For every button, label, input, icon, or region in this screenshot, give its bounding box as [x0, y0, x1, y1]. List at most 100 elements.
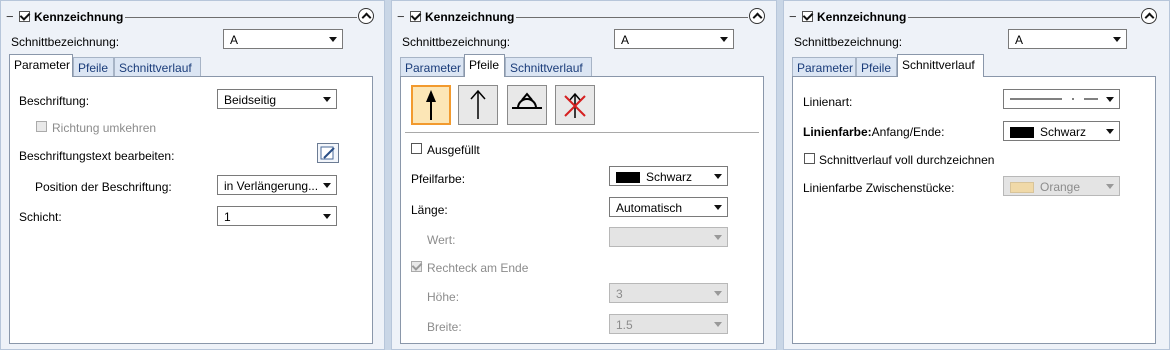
linienfarbe-value: Schwarz [1040, 125, 1087, 139]
rechteck-checkbox[interactable] [411, 261, 422, 272]
collapse-icon[interactable] [1141, 8, 1157, 24]
hoehe-label: Höhe: [427, 290, 460, 304]
panel-pfeile: − Kennzeichnung Schnittbezeichnung: A Pa… [391, 0, 777, 350]
schnittbezeichnung-select[interactable]: A [223, 29, 343, 49]
linienfarbe-select[interactable]: Schwarz [1003, 121, 1120, 141]
tab-label: Schnittverlauf [510, 61, 583, 75]
arrow-style-filled-button[interactable] [411, 85, 451, 125]
section-title: Kennzeichnung [817, 10, 907, 24]
dropdown-arrow-icon [1113, 37, 1121, 42]
minus-icon: − [6, 9, 14, 24]
header-divider [516, 17, 748, 18]
kennzeichnung-checkbox[interactable] [802, 11, 813, 22]
beschriftung-select[interactable]: Beidseitig [217, 89, 337, 109]
panel-schnittverlauf: − Kennzeichnung Schnittbezeichnung: A Pa… [783, 0, 1170, 350]
pfeilfarbe-select[interactable]: Schwarz [609, 166, 728, 186]
tab-parameter[interactable]: Parameter [400, 57, 464, 77]
pfeilfarbe-label: Pfeilfarbe: [411, 172, 466, 186]
position-label: Position der Beschriftung: [35, 180, 172, 194]
schnittbezeichnung-value: A [1015, 33, 1024, 47]
schnittbezeichnung-label: Schnittbezeichnung: [794, 35, 903, 49]
laenge-label: Länge: [411, 203, 448, 217]
tab-pfeile[interactable]: Pfeile [464, 54, 505, 77]
linienfarbe-label: Linienfarbe:Anfang/Ende: [803, 125, 944, 139]
laenge-select[interactable]: Automatisch [609, 197, 728, 217]
color-swatch [616, 172, 640, 183]
hoehe-select[interactable]: 3 [609, 283, 728, 303]
header-divider [125, 17, 357, 18]
tab-label: Parameter [405, 61, 462, 75]
linienfarbe-label-bold: Linienfarbe: [803, 125, 872, 139]
kennzeichnung-checkbox[interactable] [19, 11, 30, 22]
zwischen-value: Orange [1040, 180, 1081, 194]
ausgefuellt-checkbox[interactable] [411, 143, 422, 154]
arrow-style-dome-button[interactable] [507, 85, 547, 125]
zwischen-label: Linienfarbe Zwischenstücke: [803, 181, 955, 195]
minus-icon: − [789, 9, 797, 24]
pfeilfarbe-value: Schwarz [646, 170, 693, 184]
section-title: Kennzeichnung [425, 10, 515, 24]
tab-label: Parameter [14, 58, 71, 72]
arrow-style-open-button[interactable] [458, 85, 498, 125]
wert-label: Wert: [427, 233, 456, 247]
schnittbezeichnung-value: A [230, 33, 239, 47]
tab-parameter[interactable]: Parameter [792, 57, 856, 77]
tab-pfeile[interactable]: Pfeile [856, 57, 897, 77]
arrow-none-icon [564, 92, 586, 118]
rechteck-label: Rechteck am Ende [427, 261, 529, 275]
hoehe-value: 3 [616, 287, 623, 301]
dropdown-arrow-icon [714, 235, 722, 240]
arrow-style-none-button[interactable] [555, 85, 595, 125]
color-swatch [1010, 127, 1034, 138]
breite-value: 1.5 [616, 318, 633, 332]
ausgefuellt-label: Ausgefüllt [427, 143, 480, 157]
dropdown-arrow-icon [714, 205, 722, 210]
schnittbezeichnung-select[interactable]: A [614, 29, 734, 49]
dropdown-arrow-icon [720, 37, 728, 42]
dropdown-arrow-icon [323, 97, 331, 102]
dropdown-arrow-icon [323, 214, 331, 219]
kennzeichnung-checkbox[interactable] [410, 11, 421, 22]
line-style-preview-icon [1010, 98, 1098, 100]
tab-content-pfeile: Ausgefüllt Pfeilfarbe: Schwarz Länge: Au… [400, 76, 764, 344]
panel-parameter: − Kennzeichnung Schnittbezeichnung: A Pa… [0, 0, 385, 350]
arrow-open-icon [470, 89, 486, 119]
tab-label: Parameter [797, 61, 854, 75]
schicht-value: 1 [224, 210, 231, 224]
laenge-value: Automatisch [616, 201, 683, 215]
tab-parameter[interactable]: Parameter [9, 54, 73, 77]
zwischen-select[interactable]: Orange [1003, 176, 1120, 196]
tab-schnittverlauf[interactable]: Schnittverlauf [897, 54, 984, 77]
dropdown-arrow-icon [1106, 97, 1114, 102]
tab-schnittverlauf[interactable]: Schnittverlauf [114, 57, 201, 77]
position-value: in Verlängerung... [224, 179, 319, 193]
collapse-icon[interactable] [749, 8, 765, 24]
schnittbezeichnung-select[interactable]: A [1008, 29, 1127, 49]
tab-label: Pfeile [469, 58, 500, 72]
edit-text-button[interactable] [317, 143, 339, 163]
bearbeiten-label: Beschriftungstext bearbeiten: [19, 149, 175, 163]
position-select[interactable]: in Verlängerung... [217, 175, 337, 195]
dropdown-arrow-icon [329, 37, 337, 42]
schnittbezeichnung-label: Schnittbezeichnung: [11, 35, 120, 49]
tab-content-schnittverlauf: Linienart: Linienfarbe:Anfang/Ende: Schw… [792, 76, 1156, 344]
richtung-umkehren-label: Richtung umkehren [52, 121, 157, 135]
wert-select[interactable] [609, 227, 728, 247]
voll-durchzeichnen-checkbox[interactable] [804, 153, 815, 164]
breite-select[interactable]: 1.5 [609, 314, 728, 334]
schnittbezeichnung-value: A [621, 33, 630, 47]
toolbar-divider [405, 132, 759, 133]
richtung-umkehren-checkbox[interactable] [36, 121, 47, 132]
schicht-select[interactable]: 1 [217, 206, 337, 226]
linienart-label: Linienart: [803, 95, 853, 109]
schicht-label: Schicht: [19, 210, 62, 224]
linienart-select[interactable] [1003, 89, 1120, 109]
minus-icon: − [397, 9, 405, 24]
tab-pfeile[interactable]: Pfeile [73, 57, 114, 77]
tab-content-parameter: Beschriftung: Beidseitig Richtung umkehr… [9, 76, 373, 344]
collapse-icon[interactable] [358, 8, 374, 24]
dropdown-arrow-icon [714, 322, 722, 327]
color-swatch [1010, 182, 1034, 193]
tab-schnittverlauf[interactable]: Schnittverlauf [505, 57, 592, 77]
schnittbezeichnung-label: Schnittbezeichnung: [402, 35, 511, 49]
